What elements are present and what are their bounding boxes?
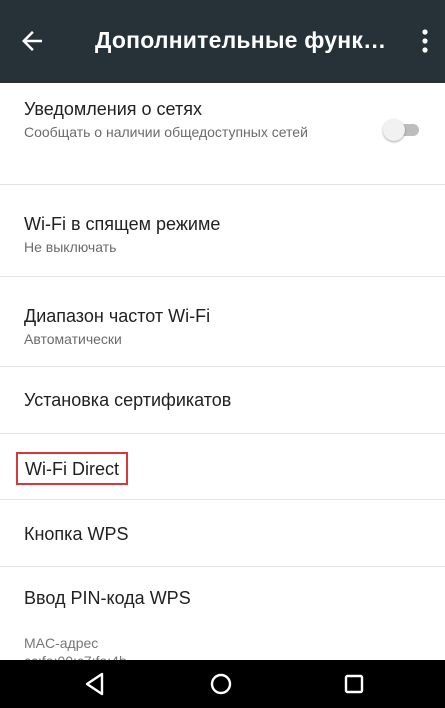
install-certificates-item[interactable]: Установка сертификатов: [0, 367, 445, 434]
wifi-direct-highlight: Wi-Fi Direct: [16, 452, 128, 485]
arrow-left-icon[interactable]: [17, 26, 47, 56]
wps-pin-title: Ввод PIN-кода WPS: [24, 588, 191, 608]
wps-pin-item[interactable]: Ввод PIN-кода WPS: [0, 567, 445, 630]
wps-button-title: Кнопка WPS: [24, 524, 129, 544]
network-notifications-toggle[interactable]: [383, 119, 421, 141]
square-recents-icon[interactable]: [339, 669, 369, 699]
wps-button-item[interactable]: Кнопка WPS: [0, 500, 445, 567]
network-notifications-title: Уведомления о сетях: [24, 99, 202, 119]
wifi-direct-item[interactable]: Wi-Fi Direct: [0, 434, 445, 500]
page-title: Дополнительные функции: [95, 27, 395, 53]
frequency-band-summary: Автоматически: [24, 331, 122, 347]
triangle-back-icon[interactable]: [80, 669, 110, 699]
overflow-menu-icon[interactable]: [415, 26, 435, 56]
network-notifications-item[interactable]: Уведомления о сетях Сообщать о наличии о…: [0, 83, 445, 185]
circle-home-icon[interactable]: [206, 669, 236, 699]
wifi-direct-title: Wi-Fi Direct: [25, 459, 119, 479]
frequency-band-title: Диапазон частот Wi-Fi: [24, 306, 211, 326]
frequency-band-item[interactable]: Диапазон частот Wi-Fi Автоматически: [0, 277, 445, 367]
system-nav-bar: [0, 660, 445, 708]
toggle-thumb: [383, 119, 405, 141]
wifi-sleep-item[interactable]: Wi-Fi в спящем режиме Не выключать: [0, 185, 445, 277]
install-certificates-title: Установка сертификатов: [24, 390, 232, 410]
app-bar: Дополнительные функции: [0, 0, 445, 83]
wifi-sleep-title: Wi-Fi в спящем режиме: [24, 214, 221, 234]
settings-list: Уведомления о сетях Сообщать о наличии о…: [0, 83, 445, 693]
wifi-sleep-summary: Не выключать: [24, 239, 117, 255]
mac-address-label: MAC-адрес: [24, 635, 99, 651]
network-notifications-summary: Сообщать о наличии общедоступных сетей: [24, 124, 308, 140]
